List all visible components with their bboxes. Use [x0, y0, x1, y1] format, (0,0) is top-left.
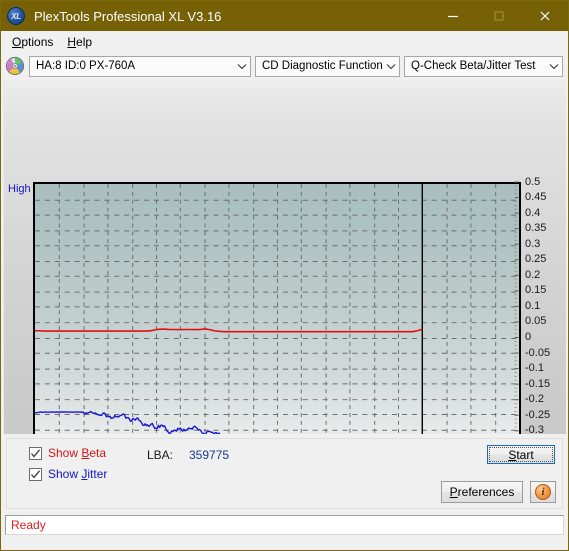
plextools-window: XL PlexTools Professional XL V3.16 Optio…: [0, 0, 569, 551]
chevron-down-icon: [233, 63, 250, 70]
y-tick-label: 0.3: [525, 237, 541, 250]
show-beta-checkbox[interactable]: [29, 446, 42, 460]
y-tick-label: 0.5: [525, 175, 541, 188]
show-jitter-checkbox[interactable]: [29, 467, 42, 481]
y-tick-label: 0.15: [525, 284, 547, 297]
y-tick-label: -0.25: [525, 408, 551, 421]
y-tick-label: 0: [525, 331, 532, 343]
menu-options-label: ptions: [21, 34, 54, 49]
preferences-button-label: Preferences: [449, 485, 515, 499]
lba-label: LBA:: [147, 448, 174, 462]
test-combo[interactable]: Q-Check Beta/Jitter Test: [404, 55, 563, 77]
window-buttons: [430, 1, 568, 31]
info-icon: i: [535, 484, 551, 500]
close-button[interactable]: [522, 1, 568, 31]
toolbar: HA:8 ID:0 PX-760A CD Diagnostic Function…: [1, 52, 568, 80]
minimize-button[interactable]: [430, 1, 476, 31]
y-tick-label: 0.05: [525, 315, 547, 328]
show-beta-row[interactable]: Show Beta: [29, 446, 106, 460]
cd-disc-icon: [5, 56, 25, 76]
start-button-label: Start: [508, 447, 534, 462]
menu-bar: Options Help: [1, 31, 568, 52]
function-combo[interactable]: CD Diagnostic Functions: [255, 55, 400, 77]
y-tick-label: 0.25: [525, 253, 547, 266]
menu-help-label: elp: [76, 34, 93, 49]
function-combo-value: CD Diagnostic Functions: [262, 60, 382, 72]
controls-panel: Show Beta Show Jitter LBA: 359775 Start …: [6, 438, 563, 509]
window-title: PlexTools Professional XL V3.16: [34, 8, 222, 24]
menu-item-help[interactable]: Help: [60, 33, 99, 51]
drive-combo-value: HA:8 ID:0 PX-760A: [36, 60, 136, 72]
y-tick-label: 0.45: [525, 191, 547, 204]
test-combo-value: Q-Check Beta/Jitter Test: [411, 60, 536, 72]
y-axis-labels: 0.5 0.45 0.4 0.35 0.3 0.25 0.2 0.15 0.1 0.05 0 -0.0…: [525, 175, 566, 434]
y-tick-label: 0.1: [525, 299, 541, 312]
chart-background: High Low 0.50.450.40.350.30.250.20.150.1…: [4, 82, 566, 434]
chevron-down-icon: [545, 63, 562, 70]
y-tick-label: -0.15: [525, 377, 551, 390]
title-bar: XL PlexTools Professional XL V3.16: [1, 1, 568, 31]
maximize-button[interactable]: [476, 1, 522, 31]
y-tick-label: -0.05: [525, 346, 551, 359]
axis-ticks: [514, 181, 519, 432]
drive-combo[interactable]: HA:8 ID:0 PX-760A: [29, 55, 251, 77]
app-logo-icon: XL: [7, 7, 25, 25]
y-tick-label: 0.35: [525, 222, 547, 235]
status-bar: Ready: [5, 515, 564, 535]
y-tick-label: -0.2: [525, 393, 544, 406]
preferences-button[interactable]: Preferences: [441, 481, 523, 503]
show-jitter-row[interactable]: Show Jitter: [29, 467, 107, 481]
y-tick-label: 0.2: [525, 268, 541, 281]
info-button[interactable]: i: [530, 481, 556, 503]
y-tick-label: 0.4: [525, 206, 541, 219]
lba-value: 359775: [189, 448, 230, 462]
y-tick-label: -0.1: [525, 362, 544, 375]
chart-panel: High Low 0.50.450.40.350.30.250.20.150.1…: [3, 81, 566, 434]
show-beta-label: Show Beta: [48, 446, 107, 460]
chevron-down-icon: [382, 63, 399, 70]
menu-item-options[interactable]: Options: [5, 33, 60, 51]
show-jitter-label: Show Jitter: [48, 467, 108, 481]
y-tick-label: -0.3: [525, 424, 544, 434]
start-button[interactable]: Start: [487, 445, 555, 464]
status-text: Ready: [11, 518, 46, 532]
